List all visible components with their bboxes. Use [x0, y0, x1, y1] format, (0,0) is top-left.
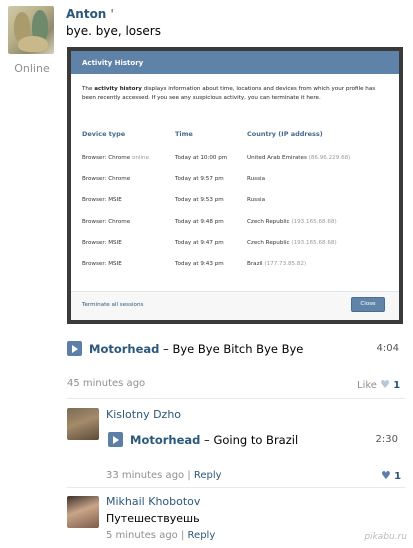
- play-icon[interactable]: [67, 341, 82, 356]
- reply-link[interactable]: Reply: [188, 530, 216, 541]
- column-time: Time: [175, 130, 193, 138]
- terminate-sessions-link[interactable]: Terminate all sessions: [82, 302, 143, 308]
- avatar[interactable]: [8, 6, 54, 54]
- session-ip: (193.165.68.68): [291, 240, 337, 246]
- comment-author[interactable]: Mikhail Khobotov: [106, 495, 200, 508]
- online-status: Online: [14, 62, 50, 75]
- divider: [67, 487, 405, 488]
- audio-duration: 4:04: [376, 343, 399, 354]
- session-device: Browser: MSIE: [82, 197, 122, 203]
- session-device: Browser: Chrome online: [82, 155, 150, 161]
- post-time[interactable]: 45 minutes ago: [67, 378, 145, 389]
- like-count: 1: [394, 471, 402, 482]
- comment-meta: 33 minutes ago | Reply: [106, 470, 222, 481]
- attached-screenshot[interactable]: Activity History The activity history di…: [67, 47, 403, 324]
- reply-link[interactable]: Reply: [194, 470, 222, 481]
- session-online-badge: online: [131, 155, 150, 161]
- comment-avatar[interactable]: [67, 496, 99, 528]
- session-device: Browser: Chrome: [82, 219, 131, 225]
- watermark: pikabu.ru: [364, 532, 407, 542]
- activity-history-modal: Activity History The activity history di…: [71, 51, 399, 320]
- session-time: Today at 9:57 pm: [175, 176, 224, 182]
- session-country: United Arab Emirates (86.96.229.68): [247, 155, 351, 161]
- comment-meta: 5 minutes ago | Reply: [106, 530, 216, 541]
- modal-footer: Terminate all sessions Close: [71, 291, 399, 320]
- session-device: Browser: Chrome: [82, 176, 131, 182]
- session-ip: (193.165.68.68): [291, 219, 337, 225]
- session-ip: (177.73.85.82): [264, 261, 307, 267]
- audio-title: Going to Brazil: [213, 433, 299, 447]
- post-author[interactable]: Anton ': [66, 7, 114, 21]
- like-button[interactable]: Like ♥ 1: [357, 378, 400, 391]
- session-ip: (86.96.229.68): [308, 155, 351, 161]
- session-device: Browser: MSIE: [82, 261, 122, 267]
- like-label: Like: [357, 380, 377, 391]
- post-author-name[interactable]: Anton: [66, 7, 106, 21]
- comment-avatar[interactable]: [67, 408, 99, 440]
- session-device: Browser: MSIE: [82, 240, 122, 246]
- audio-artist[interactable]: Motorhead – Going to Brazil: [130, 433, 298, 447]
- column-country: Country (IP address): [247, 130, 323, 138]
- session-time: Today at 9:48 pm: [175, 219, 224, 225]
- play-icon[interactable]: [108, 432, 123, 447]
- session-country: Brazil (177.73.85.82): [247, 261, 307, 267]
- heart-icon: ♥: [381, 469, 391, 482]
- session-country: Czech Republic (193.165.68.68): [247, 240, 337, 246]
- comment-author[interactable]: Kislotny Dzho: [106, 408, 181, 421]
- like-count: 1: [393, 380, 401, 391]
- modal-description: The activity history displays informatio…: [82, 86, 376, 101]
- post-text: bye. bye, losers: [66, 24, 161, 38]
- audio-track: Motorhead – Bye Bye Bitch Bye Bye 4:04: [67, 340, 405, 358]
- close-button[interactable]: Close: [351, 297, 385, 312]
- comment-text: Путешествуешь: [106, 512, 200, 525]
- heart-icon: ♥: [380, 378, 390, 391]
- modal-title: Activity History: [71, 51, 399, 74]
- session-country: Czech Republic (193.165.68.68): [247, 219, 337, 225]
- column-device-type: Device type: [82, 130, 126, 138]
- session-time: Today at 9:43 pm: [175, 261, 224, 267]
- session-time: Today at 9:53 pm: [175, 197, 224, 203]
- session-time: Today at 10:00 pm: [175, 155, 228, 161]
- comment-time[interactable]: 5 minutes ago: [106, 530, 178, 541]
- audio-artist[interactable]: Motorhead – Bye Bye Bitch Bye Bye: [89, 342, 303, 356]
- audio-title: Bye Bye Bitch Bye Bye: [172, 342, 304, 356]
- divider: [67, 398, 405, 399]
- session-country: Russia: [247, 176, 265, 182]
- comment-like-button[interactable]: ♥ 1: [381, 469, 401, 482]
- session-time: Today at 9:47 pm: [175, 240, 224, 246]
- post-author-mark: ': [110, 7, 114, 21]
- comment-audio-track: Motorhead – Going to Brazil 2:30: [108, 431, 400, 449]
- session-country: Russia: [247, 197, 265, 203]
- comment-time[interactable]: 33 minutes ago: [106, 470, 184, 481]
- audio-duration: 2:30: [375, 434, 398, 445]
